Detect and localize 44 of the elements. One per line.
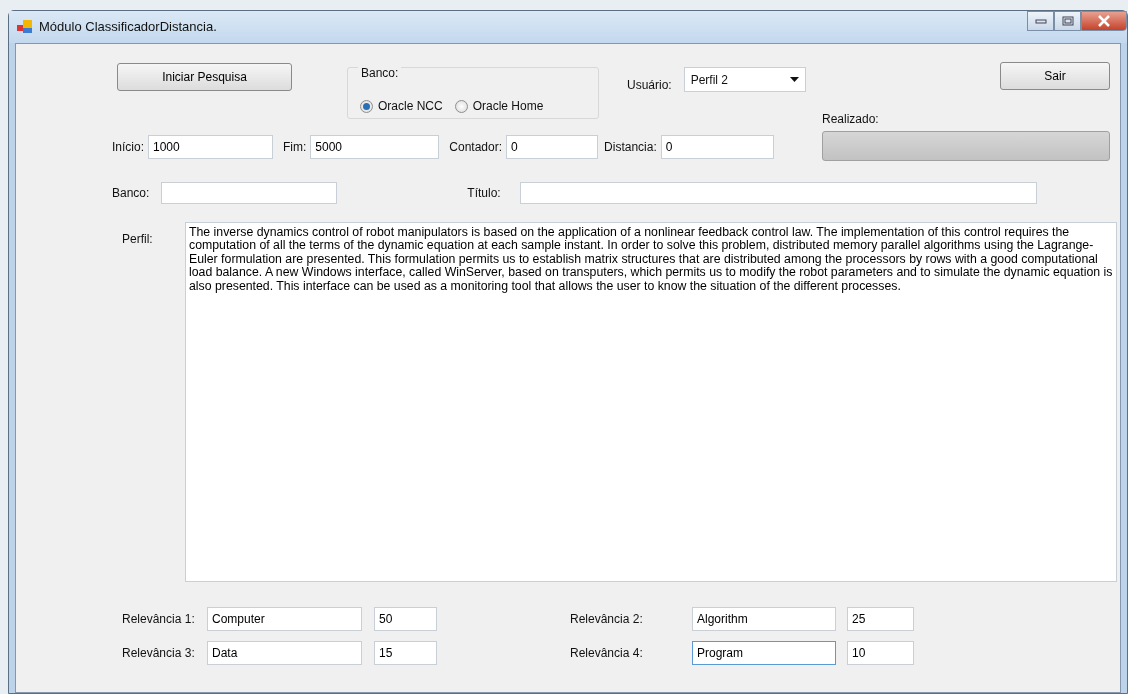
field-label: Contador: — [449, 139, 503, 156]
field-label: Relevância 3: — [122, 645, 196, 662]
input-field[interactable]: 15 — [374, 641, 437, 665]
maximize-button[interactable] — [1054, 11, 1081, 31]
input-field[interactable]: 5000 — [310, 135, 440, 159]
window-title: Módulo ClassificadorDistancia. — [39, 18, 217, 37]
radio-button[interactable] — [454, 99, 468, 113]
close-button[interactable] — [1081, 11, 1127, 31]
search-button[interactable]: Iniciar Pesquisa — [117, 63, 292, 91]
field-label: Distancia: — [604, 139, 657, 156]
input-field[interactable]: 0 — [506, 135, 599, 159]
dropdown-arrow-icon — [789, 77, 799, 82]
input-field[interactable] — [519, 182, 1037, 204]
input-field[interactable]: Computer — [207, 607, 362, 631]
field-label: Início: — [112, 139, 144, 156]
exit-button[interactable]: Sair — [1000, 62, 1110, 90]
minimize-button[interactable] — [1027, 11, 1054, 31]
input-field[interactable]: Data — [207, 641, 362, 665]
user-dropdown[interactable]: Perfil 2 — [683, 67, 806, 92]
text-area[interactable]: The inverse dynamics control of robot manipulators is based on the application of a nonlinear feedback control law. The implementation of this control requires the computation of all the terms of the dynamic equation at each sample instant. In order to solve this problem, distributed memory parallel algorithms using the Lagrange-Euler formulation are presented. This formulation permits us to establish matrix structures that are distributed among the processors by rows with a good computational load balance. A new Windows interface, called WinServer, based on transputers, which permits us to modify the robot parameters and to simulate the dynamic equation is also presented. This interface can be used as a monitoring tool that allows the user to know the situation of the different processes. — [185, 222, 1117, 582]
field-label: Relevância 2: — [570, 611, 644, 628]
input-field[interactable]: 25 — [847, 607, 914, 631]
input-field[interactable]: Program — [692, 641, 836, 665]
field-label: Banco: — [112, 185, 150, 202]
radio-option[interactable]: Oracle Home — [454, 94, 544, 118]
field-label: Título: — [467, 185, 501, 202]
input-field[interactable]: 10 — [847, 641, 914, 665]
maximize-icon — [1061, 16, 1074, 26]
input-field[interactable]: 50 — [374, 607, 437, 631]
radio-button[interactable] — [360, 99, 373, 113]
input-field[interactable]: 1000 — [148, 135, 273, 159]
input-field[interactable]: Algorithm — [692, 607, 836, 631]
field-label: Fim: — [283, 139, 307, 156]
radio-option[interactable]: Oracle NCC — [360, 94, 443, 118]
input-field[interactable] — [161, 182, 338, 204]
field-label: Usuário: — [627, 77, 672, 94]
field-label: Relevância 4: — [570, 645, 644, 662]
minimize-icon — [1034, 18, 1047, 24]
app-icon — [17, 20, 33, 34]
field-label: Perfil: — [122, 231, 154, 248]
input-field[interactable]: 0 — [660, 135, 774, 159]
progress-label: Realizado: — [822, 111, 880, 128]
field-label: Relevância 1: — [122, 611, 196, 628]
close-icon — [1097, 15, 1111, 27]
